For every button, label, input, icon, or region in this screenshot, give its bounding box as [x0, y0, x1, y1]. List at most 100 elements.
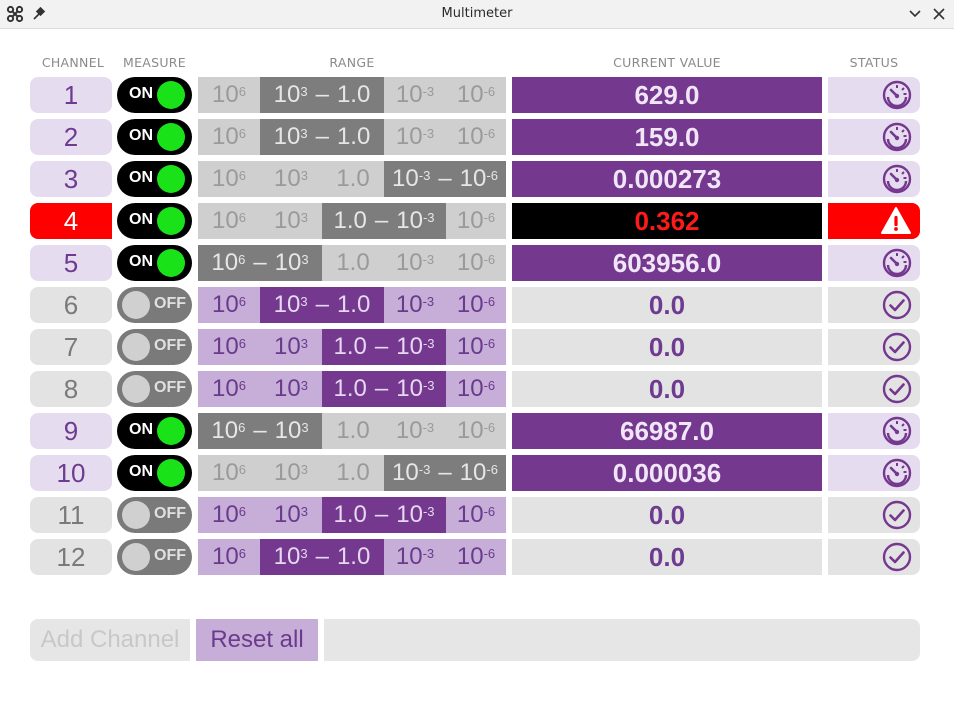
measure-toggle-label: ON — [129, 211, 153, 228]
range-selected[interactable]: 10 -3–10 -6 — [384, 455, 506, 491]
channel-number: 9 — [30, 413, 112, 449]
range-option[interactable]: 10 -6 — [446, 539, 506, 575]
range-selected[interactable]: 1.0–10 -3 — [322, 371, 446, 407]
range-option[interactable]: 10 6 — [198, 371, 260, 407]
measure-toggle[interactable]: OFF — [117, 497, 192, 533]
range-selected[interactable]: 10 -3–10 -6 — [384, 161, 506, 197]
range-option[interactable]: 10 6 — [198, 455, 260, 491]
measure-toggle-label: OFF — [154, 547, 186, 564]
range-option[interactable]: 10 -3 — [384, 119, 446, 155]
status-cell — [828, 413, 920, 449]
channel-number: 4 — [30, 203, 112, 239]
range-option[interactable]: 10 -6 — [446, 413, 506, 449]
measure-toggle-label: ON — [129, 421, 153, 438]
range-option[interactable]: 10 -3 — [384, 539, 446, 575]
channel-row: 2 ON 10 6 10 3–1.0 10 -3 10 -6 159.0 — [0, 119, 954, 155]
measure-toggle[interactable]: OFF — [117, 287, 192, 323]
measure-toggle[interactable]: OFF — [117, 329, 192, 365]
range-option[interactable]: 10 3 — [260, 497, 322, 533]
measure-toggle[interactable]: OFF — [117, 371, 192, 407]
channel-row: 9 ON 10 6–10 3 1.0 10 -3 10 -6 66987.0 — [0, 413, 954, 449]
gauge-icon — [882, 458, 912, 488]
range-selector: 10 6 10 3 1.0–10 -3 10 -6 — [198, 371, 506, 407]
toggle-knob — [157, 249, 185, 277]
range-option[interactable]: 10 -3 — [384, 287, 446, 323]
measure-toggle-label: ON — [129, 253, 153, 270]
range-option[interactable]: 10 6 — [198, 539, 260, 575]
measure-toggle[interactable]: ON — [117, 77, 192, 113]
range-option[interactable]: 10 6 — [198, 329, 260, 365]
range-option[interactable]: 10 3 — [260, 455, 322, 491]
measure-toggle[interactable]: ON — [117, 413, 192, 449]
gauge-icon — [882, 248, 912, 278]
toggle-knob — [122, 501, 150, 529]
minimize-chevron-icon[interactable] — [905, 4, 925, 24]
range-option[interactable]: 10 6 — [198, 161, 260, 197]
range-option[interactable]: 1.0 — [322, 455, 384, 491]
range-selected[interactable]: 1.0–10 -3 — [322, 329, 446, 365]
range-selected[interactable]: 10 3–1.0 — [260, 77, 384, 113]
range-selected[interactable]: 10 6–10 3 — [198, 245, 322, 281]
status-cell — [828, 371, 920, 407]
range-option[interactable]: 10 -3 — [384, 245, 446, 281]
range-option[interactable]: 1.0 — [322, 413, 384, 449]
range-option[interactable]: 10 6 — [198, 497, 260, 533]
range-option[interactable]: 10 6 — [198, 287, 260, 323]
range-option[interactable]: 10 -6 — [446, 497, 506, 533]
measure-toggle[interactable]: ON — [117, 203, 192, 239]
range-option[interactable]: 10 -6 — [446, 329, 506, 365]
range-option[interactable]: 1.0 — [322, 161, 384, 197]
channel-number: 11 — [30, 497, 112, 533]
measure-toggle[interactable]: ON — [117, 455, 192, 491]
current-value: 0.0 — [512, 329, 822, 365]
range-selector: 10 6 10 3–1.0 10 -3 10 -6 — [198, 287, 506, 323]
range-selected[interactable]: 10 3–1.0 — [260, 539, 384, 575]
range-option[interactable]: 10 6 — [198, 77, 260, 113]
range-option[interactable]: 10 -6 — [446, 119, 506, 155]
range-option[interactable]: 1.0 — [322, 245, 384, 281]
range-option[interactable]: 10 3 — [260, 161, 322, 197]
header-range: RANGE — [329, 55, 375, 70]
add-channel-button[interactable]: Add Channel — [30, 619, 190, 661]
measure-toggle-label: OFF — [154, 337, 186, 354]
range-option[interactable]: 10 3 — [260, 371, 322, 407]
range-option[interactable]: 10 -6 — [446, 371, 506, 407]
range-option[interactable]: 10 -3 — [384, 413, 446, 449]
channel-row: 1 ON 10 6 10 3–1.0 10 -3 10 -6 629.0 — [0, 77, 954, 113]
current-value: 159.0 — [512, 119, 822, 155]
gauge-icon — [882, 122, 912, 152]
measure-toggle[interactable]: ON — [117, 119, 192, 155]
range-option[interactable]: 10 -6 — [446, 203, 506, 239]
range-selected[interactable]: 1.0–10 -3 — [322, 203, 446, 239]
measure-toggle-label: ON — [129, 463, 153, 480]
measure-toggle[interactable]: OFF — [117, 539, 192, 575]
close-icon[interactable] — [929, 4, 949, 24]
range-selected[interactable]: 10 3–1.0 — [260, 119, 384, 155]
measure-toggle-label: ON — [129, 169, 153, 186]
range-selector: 10 6–10 3 1.0 10 -3 10 -6 — [198, 413, 506, 449]
toggle-knob — [157, 165, 185, 193]
range-option[interactable]: 10 -3 — [384, 77, 446, 113]
range-option[interactable]: 10 6 — [198, 119, 260, 155]
range-option[interactable]: 10 -6 — [446, 245, 506, 281]
channel-number: 2 — [30, 119, 112, 155]
range-selector: 10 6 10 3 1.0–10 -3 10 -6 — [198, 329, 506, 365]
measure-toggle[interactable]: ON — [117, 245, 192, 281]
reset-all-button[interactable]: Reset all — [196, 619, 318, 661]
check-icon — [882, 290, 912, 320]
range-option[interactable]: 10 -6 — [446, 77, 506, 113]
toggle-knob — [157, 123, 185, 151]
range-selected[interactable]: 10 3–1.0 — [260, 287, 384, 323]
range-option[interactable]: 10 3 — [260, 329, 322, 365]
check-icon — [882, 542, 912, 572]
measure-toggle-label: ON — [129, 127, 153, 144]
channel-number: 7 — [30, 329, 112, 365]
current-value: 629.0 — [512, 77, 822, 113]
range-option[interactable]: 10 6 — [198, 203, 260, 239]
range-option[interactable]: 10 -6 — [446, 287, 506, 323]
status-cell — [828, 203, 920, 239]
range-option[interactable]: 10 3 — [260, 203, 322, 239]
measure-toggle[interactable]: ON — [117, 161, 192, 197]
range-selected[interactable]: 10 6–10 3 — [198, 413, 322, 449]
range-selected[interactable]: 1.0–10 -3 — [322, 497, 446, 533]
